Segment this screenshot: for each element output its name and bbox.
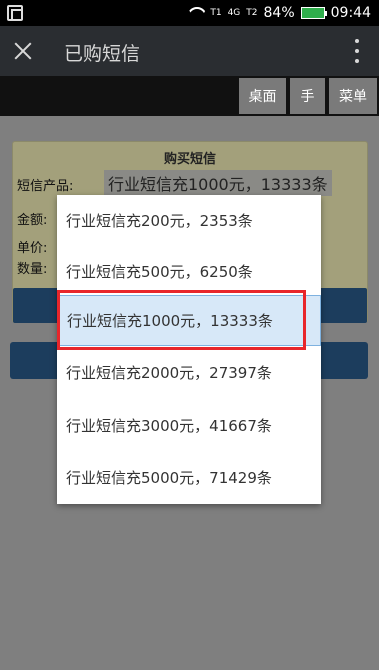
dropdown-option[interactable]: 行业短信充200元，2353条 (57, 195, 321, 246)
bottom-bar (0, 650, 379, 670)
menu-strip: 桌面 手 菜单 (0, 76, 379, 116)
product-label: 短信产品: (17, 179, 74, 194)
dropdown-option-selected[interactable]: 行业短信充1000元，13333条 (57, 295, 321, 346)
quantity-label: 数量: (17, 262, 48, 277)
signal-label-2: T2 (246, 8, 258, 18)
close-icon[interactable] (10, 37, 38, 65)
product-dropdown: 行业短信充200元，2353条 行业短信充500元，6250条 行业短信充100… (57, 195, 321, 504)
title-bar: 已购短信 (0, 26, 379, 76)
battery-percent: 84% (263, 5, 295, 21)
dropdown-option[interactable]: 行业短信充2000元，27397条 (57, 347, 321, 398)
signal-label-1: T1 (210, 8, 222, 18)
clock: 09:44 (330, 5, 371, 21)
menu-desktop-button[interactable]: 桌面 (239, 78, 286, 114)
product-select[interactable]: 行业短信充1000元，13333条 (104, 170, 332, 196)
price-label: 单价: (17, 241, 48, 256)
dropdown-option[interactable]: 行业短信充500元，6250条 (57, 246, 321, 297)
dropdown-option[interactable]: 行业短信充5000元，71429条 (57, 452, 321, 503)
more-options-icon[interactable] (353, 39, 361, 63)
menu-hand-button[interactable]: 手 (290, 78, 325, 114)
gallery-icon (7, 5, 23, 21)
battery-icon (300, 7, 327, 19)
amount-label: 金额: (17, 213, 48, 228)
panel-heading: 购买短信 (163, 152, 216, 167)
network-label: 4G (227, 8, 241, 18)
menu-button[interactable]: 菜单 (329, 78, 377, 114)
status-bar: T1 4G T2 84% 09:44 (0, 0, 379, 26)
dropdown-option[interactable]: 行业短信充3000元，41667条 (57, 400, 321, 451)
wifi-icon (186, 6, 204, 20)
page-title: 已购短信 (64, 43, 141, 65)
